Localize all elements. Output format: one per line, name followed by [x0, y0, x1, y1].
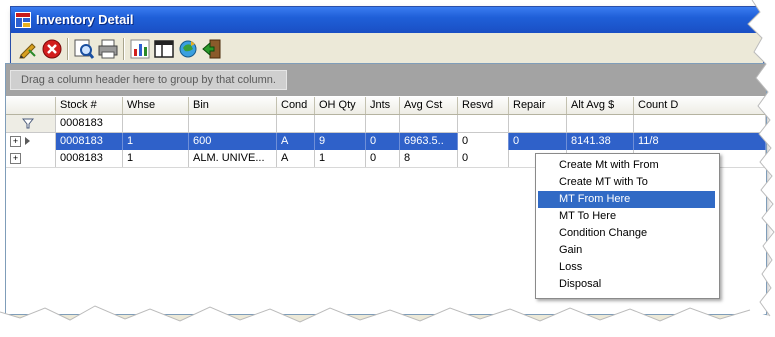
cell-resvd[interactable]: 0	[458, 150, 509, 167]
menu-item-create-mt-with-from[interactable]: Create Mt with From	[538, 157, 715, 174]
app-icon	[15, 12, 31, 28]
layout-icon[interactable]	[153, 38, 175, 60]
cell-stock[interactable]: 0008183	[56, 133, 123, 150]
cell-avgcst[interactable]: 8	[400, 150, 458, 167]
cell-bin[interactable]: 600	[189, 133, 277, 150]
expand-icon[interactable]: +	[10, 153, 21, 164]
chart-icon[interactable]	[129, 38, 151, 60]
filter-input-stock[interactable]: 0008183	[56, 115, 123, 132]
filter-input-whse[interactable]	[123, 115, 189, 132]
toolbar-separator	[123, 38, 125, 60]
menu-item-condition-change[interactable]: Condition Change	[538, 225, 715, 242]
filter-input-cond[interactable]	[277, 115, 315, 132]
filter-input-repair[interactable]	[509, 115, 567, 132]
menu-item-loss[interactable]: Loss	[538, 259, 715, 276]
filter-input-altavg[interactable]	[567, 115, 634, 132]
filter-icon[interactable]	[22, 118, 34, 129]
column-header-cond[interactable]: Cond	[277, 97, 315, 114]
menu-item-gain[interactable]: Gain	[538, 242, 715, 259]
cell-altavg[interactable]: 8141.38	[567, 133, 634, 150]
cell-ohqty[interactable]: 9	[315, 133, 366, 150]
exit-icon[interactable]	[201, 38, 223, 60]
menu-item-create-mt-with-to[interactable]: Create MT with To	[538, 174, 715, 191]
cell-ohqty[interactable]: 1	[315, 150, 366, 167]
row-selector[interactable]: +	[6, 150, 56, 167]
cell-avgcst[interactable]: 6963.5..	[400, 133, 458, 150]
filter-input-avgcst[interactable]	[400, 115, 458, 132]
filter-input-ohqty[interactable]	[315, 115, 366, 132]
column-header-resvd[interactable]: Resvd	[458, 97, 509, 114]
context-menu: Create Mt with From Create MT with To MT…	[535, 153, 720, 299]
menu-item-disposal[interactable]: Disposal	[538, 276, 715, 293]
column-header-avgcst[interactable]: Avg Cst	[400, 97, 458, 114]
cell-bin[interactable]: ALM. UNIVE...	[189, 150, 277, 167]
filter-input-resvd[interactable]	[458, 115, 509, 132]
column-header-count[interactable]: Count D	[634, 97, 766, 114]
cell-cond[interactable]: A	[277, 133, 315, 150]
cell-jnts[interactable]: 0	[366, 133, 400, 150]
filter-cell-spacer	[6, 115, 56, 132]
cell-cond[interactable]: A	[277, 150, 315, 167]
refresh-icon[interactable]	[177, 38, 199, 60]
filter-row: 0008183	[6, 115, 766, 133]
delete-icon[interactable]	[41, 38, 63, 60]
toolbar	[11, 34, 763, 65]
print-icon[interactable]	[97, 38, 119, 60]
cell-whse[interactable]: 1	[123, 133, 189, 150]
group-by-panel[interactable]: Drag a column header here to group by th…	[6, 64, 766, 96]
cell-resvd-editing[interactable]: 0	[458, 133, 509, 150]
column-header-jnts[interactable]: Jnts	[366, 97, 400, 114]
table-row[interactable]: + 0008183 1 600 A 9 0 6963.5.. 0 0 8141.…	[6, 133, 766, 150]
column-header-altavg[interactable]: Alt Avg $	[567, 97, 634, 114]
column-header-ohqty[interactable]: OH Qty	[315, 97, 366, 114]
header-spacer	[6, 97, 56, 114]
filter-input-bin[interactable]	[189, 115, 277, 132]
filter-input-count[interactable]	[634, 115, 766, 132]
filter-input-jnts[interactable]	[366, 115, 400, 132]
edit-icon[interactable]	[17, 38, 39, 60]
cell-stock[interactable]: 0008183	[56, 150, 123, 167]
window-title: Inventory Detail	[36, 12, 134, 27]
menu-item-mt-from-here[interactable]: MT From Here	[538, 191, 715, 208]
row-selector[interactable]: +	[6, 133, 56, 150]
cell-whse[interactable]: 1	[123, 150, 189, 167]
column-header-row: Stock # Whse Bin Cond OH Qty Jnts Avg Cs…	[6, 97, 766, 115]
column-header-stock[interactable]: Stock #	[56, 97, 123, 114]
group-by-hint: Drag a column header here to group by th…	[10, 70, 287, 90]
column-header-whse[interactable]: Whse	[123, 97, 189, 114]
cell-count[interactable]: 11/8	[634, 133, 766, 150]
current-row-indicator-icon	[25, 137, 30, 145]
toolbar-separator	[67, 38, 69, 60]
search-icon[interactable]	[73, 38, 95, 60]
column-header-bin[interactable]: Bin	[189, 97, 277, 114]
cell-jnts[interactable]: 0	[366, 150, 400, 167]
column-header-repair[interactable]: Repair	[509, 97, 567, 114]
title-bar[interactable]: Inventory Detail	[11, 7, 763, 33]
expand-icon[interactable]: +	[10, 136, 21, 147]
menu-item-mt-to-here[interactable]: MT To Here	[538, 208, 715, 225]
cell-repair[interactable]: 0	[509, 133, 567, 150]
